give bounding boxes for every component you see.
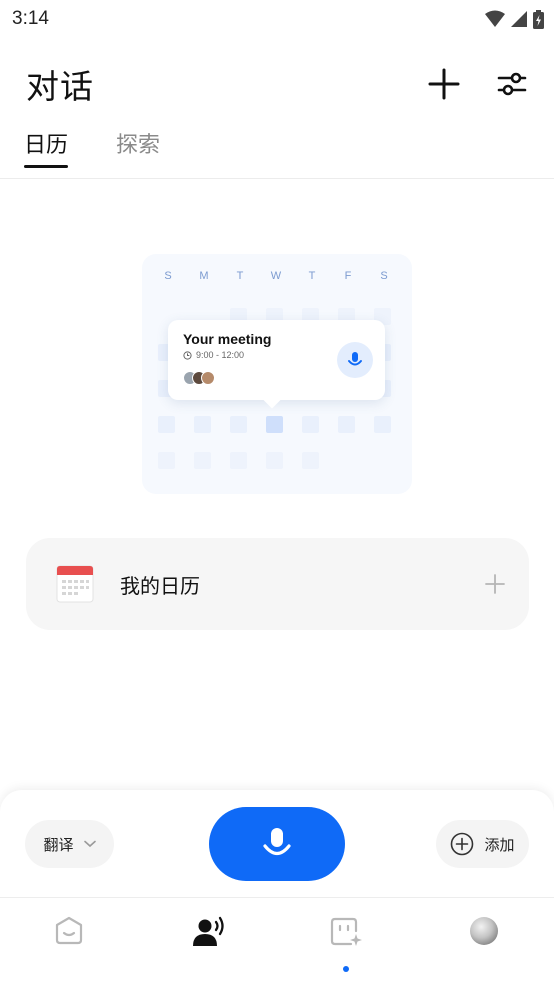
wifi-icon — [485, 10, 505, 27]
calendar-cell-selected — [266, 416, 283, 433]
status-icons — [485, 9, 544, 29]
calendar-cell — [338, 416, 355, 433]
translate-label: 翻译 — [43, 835, 74, 854]
weekday-label: S — [380, 270, 388, 282]
calendar-cell — [230, 452, 247, 469]
calendar-cell — [374, 416, 391, 433]
status-bar: 3:14 — [0, 0, 554, 38]
sliders-icon — [497, 72, 527, 96]
calendar-icon — [56, 565, 94, 603]
translate-dropdown[interactable]: 翻译 — [25, 820, 114, 868]
status-time: 3:14 — [12, 8, 49, 29]
my-calendar-row[interactable]: 我的日历 — [26, 538, 529, 630]
calendar-cell — [302, 452, 319, 469]
nav-item-profile[interactable] — [454, 916, 514, 966]
nav-item-ai-notes[interactable] — [316, 916, 376, 972]
record-mic-button[interactable] — [209, 807, 345, 881]
tab-bar: 日历 探索 — [0, 120, 554, 179]
cellular-signal-icon — [511, 11, 527, 27]
my-calendar-label: 我的日历 — [120, 573, 200, 598]
add-button-pill[interactable]: 添加 — [436, 820, 529, 868]
nav-item-conversation[interactable] — [179, 916, 239, 966]
calendar-cell — [158, 452, 175, 469]
add-calendar-icon[interactable] — [485, 574, 505, 594]
nav-item-assistant[interactable] — [39, 916, 99, 966]
profile-avatar-icon — [470, 917, 498, 945]
calendar-cell — [302, 416, 319, 433]
weekday-label: T — [236, 270, 244, 282]
calendar-cell — [194, 416, 211, 433]
notification-dot — [343, 966, 349, 972]
bottom-panel: 翻译 添加 — [0, 790, 554, 984]
microphone-icon — [263, 828, 291, 856]
weekday-label: S — [164, 270, 172, 282]
meeting-title: Your meeting — [183, 331, 272, 347]
filter-settings-button[interactable] — [492, 64, 532, 104]
assistant-face-icon — [55, 916, 83, 945]
calendar-cell — [266, 452, 283, 469]
add-label: 添加 — [484, 835, 515, 854]
tab-explore[interactable]: 探索 — [116, 120, 160, 166]
meeting-time: 9:00 - 12:00 — [196, 350, 245, 360]
chevron-down-icon — [83, 840, 96, 848]
microphone-icon — [348, 352, 362, 366]
clock-icon — [183, 350, 192, 360]
weekday-label: M — [199, 270, 209, 282]
calendar-cell — [194, 452, 211, 469]
participant-avatars — [183, 371, 215, 385]
voice-person-icon — [193, 916, 224, 946]
weekday-label: W — [270, 270, 282, 282]
add-button[interactable] — [424, 64, 464, 104]
meeting-card: Your meeting 9:00 - 12:00 — [168, 320, 385, 400]
ai-note-icon — [330, 917, 362, 946]
calendar-cell — [230, 416, 247, 433]
weekday-header: S M T W T F S — [142, 270, 412, 286]
page-title: 对话 — [26, 67, 94, 106]
calendar-cell — [158, 416, 175, 433]
avatar — [201, 371, 215, 385]
weekday-label: F — [344, 270, 352, 282]
tab-calendar[interactable]: 日历 — [24, 120, 69, 168]
weekday-label: T — [308, 270, 316, 282]
battery-charging-icon — [533, 9, 544, 29]
header-actions — [424, 64, 532, 104]
plus-icon — [428, 68, 460, 100]
meeting-mic-badge — [337, 342, 373, 378]
bottom-navigation — [0, 897, 554, 984]
header: 对话 — [0, 56, 554, 112]
plus-circle-icon — [451, 832, 474, 856]
meeting-time-row: 9:00 - 12:00 — [183, 350, 244, 360]
